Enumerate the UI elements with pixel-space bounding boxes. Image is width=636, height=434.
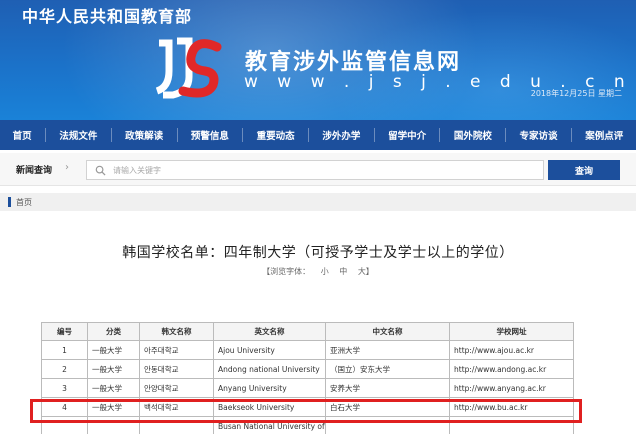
nav-item-warnings[interactable]: 预警信息 [191,128,229,142]
nav-item-foreign-schools[interactable]: 涉外办学 [322,128,360,142]
cell-number: 2 [41,359,88,379]
nav-divider [45,128,47,142]
search-box[interactable] [86,160,544,180]
header-korean-name: 韩文名称 [139,322,214,341]
nav-item-agencies[interactable]: 留学中介 [388,128,426,142]
nav-divider [242,128,244,142]
cell-number: 1 [41,340,88,360]
row-highlight-box [30,399,582,423]
table-row: 2 一般大学 안동대학교 Andong national University … [41,359,574,379]
chevron-right-icon: › [65,162,69,173]
cell-website-link[interactable]: http://www.andong.ac.kr [449,359,574,379]
nav-divider [176,128,178,142]
search-input[interactable] [113,163,533,177]
current-date: 2018年12月25日 星期二 [530,89,622,98]
nav-divider [110,128,112,142]
nav-divider [373,128,375,142]
cell-english-name: Ajou University [213,340,326,360]
cell-english-name: Anyang University [213,378,326,398]
search-icon [95,165,106,176]
table-row: 3 一般大学 안양대학교 Anyang University 安养大学 http… [41,378,574,398]
font-size-medium[interactable]: 中 [339,267,347,276]
article-title: 韩国学校名单：四年制大学（可授予学士及学士以上的学位） [122,245,514,261]
table-header-row: 编号 分类 韩文名称 英文名称 中文名称 学校网址 [41,322,574,341]
header-banner: 中华人民共和国教育部 教育涉外监管信息网 w w w . j s j . e d… [0,0,636,120]
cell-category: 一般大学 [87,359,140,379]
nav-divider [505,128,507,142]
search-bar: 新闻查询 › 查询 [0,153,636,186]
cell-category: 一般大学 [87,378,140,398]
table-row: 1 一般大学 아주대학교 Ajou University 亚洲大学 http:/… [41,340,574,360]
site-logo-icon[interactable] [155,37,225,99]
breadcrumb-home[interactable]: 首页 [16,197,32,208]
ministry-name[interactable]: 中华人民共和国教育部 [22,3,192,27]
cell-korean-name: 안동대학교 [139,359,214,379]
nav-divider [439,128,441,142]
breadcrumb-marker [8,197,11,207]
nav-item-news[interactable]: 重要动态 [257,128,295,142]
main-nav: 首页 法规文件 政策解读 预警信息 重要动态 涉外办学 留学中介 国外院校 专家… [0,120,636,150]
font-size-large[interactable]: 大】 [358,267,374,276]
cell-website-link[interactable]: http://www.ajou.ac.kr [449,340,574,360]
font-size-selector: 【浏览字体： 小 中 大】 [0,266,636,277]
cell-website-link[interactable]: http://www.anyang.ac.kr [449,378,574,398]
cell-number: 3 [41,378,88,398]
nav-item-cases[interactable]: 案例点评 [585,128,623,142]
nav-divider [570,128,572,142]
cell-korean-name: 아주대학교 [139,340,214,360]
header-category: 分类 [87,322,140,341]
breadcrumb: 首页 [0,193,636,211]
nav-item-policy[interactable]: 政策解读 [125,128,163,142]
header-website: 学校网址 [449,322,574,341]
cell-chinese-name: 安养大学 [325,378,450,398]
search-button[interactable]: 查询 [548,160,620,180]
header-english-name: 英文名称 [213,322,326,341]
cell-korean-name: 안양대학교 [139,378,214,398]
cell-chinese-name: （国立）安东大学 [325,359,450,379]
cell-chinese-name: 亚洲大学 [325,340,450,360]
nav-item-home[interactable]: 首页 [13,128,32,142]
cell-english-name: Andong national University [213,359,326,379]
nav-item-interviews[interactable]: 专家访谈 [520,128,558,142]
nav-item-regulations[interactable]: 法规文件 [59,128,97,142]
news-search-label: 新闻查询 [16,166,53,176]
font-size-label: 【浏览字体： [262,267,311,276]
nav-item-overseas-institutions[interactable]: 国外院校 [454,128,492,142]
header-number: 编号 [41,322,88,341]
nav-divider [307,128,309,142]
header-chinese-name: 中文名称 [325,322,450,341]
font-size-small[interactable]: 小 [321,267,329,276]
cell-category: 一般大学 [87,340,140,360]
